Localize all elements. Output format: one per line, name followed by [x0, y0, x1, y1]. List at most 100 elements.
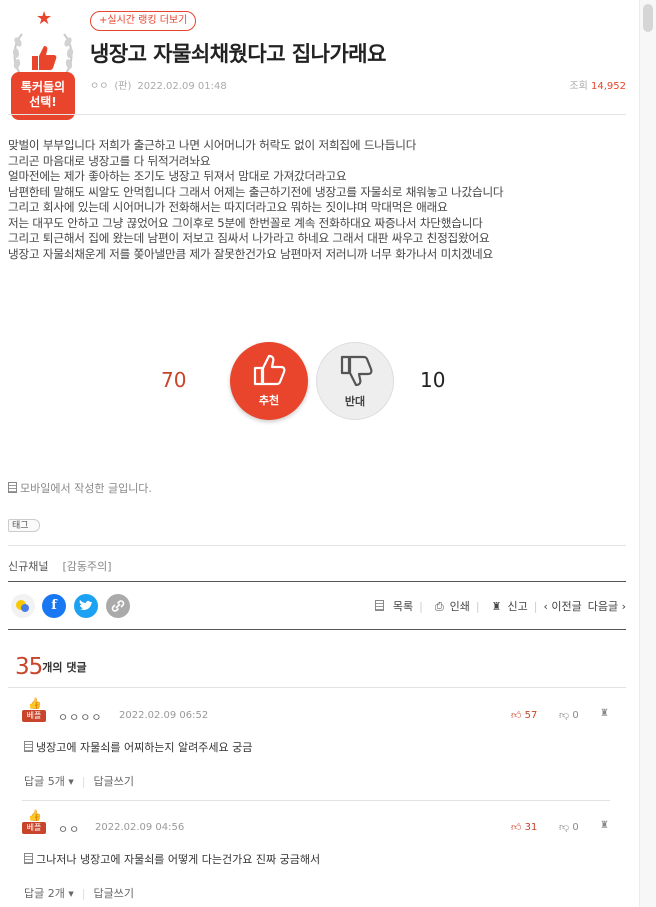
comment-report-icon[interactable]: ♜: [600, 708, 609, 719]
comment-text: 그나저나 냉장고에 자물쇠를 어떻게 다는건가요 진짜 궁금해서: [24, 851, 320, 867]
post-author[interactable]: ㅇㅇ: [90, 81, 108, 92]
best-label: 베플: [22, 822, 46, 834]
facebook-share-icon[interactable]: f: [42, 594, 66, 618]
view-count: 조회 14,952: [569, 77, 626, 92]
thumbs-up-icon: 👍: [28, 697, 42, 710]
best-label: 베플: [22, 710, 46, 722]
separator: |: [81, 887, 86, 900]
mobile-note: 모바일에서 작성한 글입니다.: [8, 480, 152, 496]
oppose-label: 반대: [344, 395, 366, 408]
post-line: 그리고 퇴근해서 집에 왔는데 남편이 저보고 짐싸서 나가라고 하네요 그래서…: [8, 231, 490, 245]
report-button[interactable]: ♜ 신고: [486, 600, 528, 613]
separator: |: [81, 775, 86, 788]
document-icon: [24, 741, 33, 752]
siren-icon: ♜: [491, 600, 502, 613]
comment-divider: [22, 800, 610, 801]
write-reply-button[interactable]: 답글쓰기: [93, 887, 133, 900]
print-icon: ⎙: [434, 600, 444, 613]
realtime-ranking-button[interactable]: +실시간 랭킹 더보기: [90, 11, 197, 31]
comment-replies: 답글 2개 ▼ | 답글쓰기: [24, 885, 134, 901]
channel-divider: [8, 581, 626, 582]
report-label: 신고: [507, 600, 528, 613]
channel-category[interactable]: [감동주의]: [62, 560, 111, 573]
write-reply-button[interactable]: 답글쓰기: [93, 775, 133, 788]
replies-toggle[interactable]: 답글 2개 ▼: [24, 887, 74, 900]
comment-author[interactable]: ㅇㅇ: [58, 821, 80, 837]
list-label: 목록: [392, 600, 414, 613]
comment-report-icon[interactable]: ♜: [600, 820, 609, 831]
post-line: 맞벌이 부부입니다 저희가 출근하고 나면 시어머니가 허락도 없이 저희집에 …: [8, 138, 417, 152]
post-datetime: 2022.02.09 01:48: [137, 81, 227, 92]
comment-replies: 답글 5개 ▼ | 답글쓰기: [24, 773, 134, 789]
comment-count-label: 개의 댓글: [42, 661, 87, 674]
print-button[interactable]: ⎙ 인쇄: [429, 600, 470, 613]
scrollbar-thumb[interactable]: [643, 4, 653, 32]
thumbs-up-icon: [253, 354, 286, 386]
comment-upvote-button[interactable]: 👍︎ 31: [511, 821, 537, 833]
comment-text-content: 냉장고에 자물쇠를 어찌하는지 알려주세요 궁금: [36, 741, 253, 754]
comment-text: 냉장고에 자물쇠를 어찌하는지 알려주세요 궁금: [24, 739, 252, 755]
replies-toggle[interactable]: 답글 5개 ▼: [24, 775, 74, 788]
comment-author[interactable]: ㅇㅇㅇㅇ: [58, 709, 102, 725]
thumbs-down-icon: 👎︎: [559, 710, 570, 721]
tag-divider: [8, 545, 626, 546]
best-comment-badge: 👍 베플: [22, 810, 46, 835]
post-line: 그리고 회사에 있는데 시어머니가 전화해서는 따지더라고요 뭐하는 짓이냐며 …: [8, 200, 448, 214]
comment-item: 👍 베플 ㅇㅇ 2022.02.09 04:56 👍︎ 31 👎︎ 0 ♜ 그나저…: [22, 810, 618, 907]
thumbs-down-icon: 👎︎: [559, 822, 570, 833]
next-post-button[interactable]: 다음글 ›: [588, 600, 626, 613]
chevron-down-icon: ▼: [68, 890, 74, 898]
post-line: 그리곤 마음대로 냉장고를 다 뒤적거려놔요: [8, 153, 211, 168]
comment-count: 35개의 댓글: [15, 654, 87, 680]
thumbs-up-icon: 👍︎: [511, 710, 522, 721]
post-actions: 목록 | ⎙ 인쇄 | ♜ 신고 | ‹ 이전글 다음글 ›: [363, 598, 626, 614]
separator: |: [533, 600, 538, 613]
comment-downvote-button[interactable]: 👎︎ 0: [559, 709, 579, 721]
views-value: 14,952: [591, 81, 626, 92]
comment-datetime: 2022.02.09 06:52: [119, 710, 209, 721]
comment-downvote-button[interactable]: 👎︎ 0: [559, 821, 579, 833]
channel-name[interactable]: 신규채널: [8, 560, 48, 573]
comment-text-content: 그나저나 냉장고에 자물쇠를 어떻게 다는건가요 진짜 궁금해서: [36, 853, 321, 866]
thumbs-up-icon: 👍︎: [511, 822, 522, 833]
channel-info: 신규채널 [감동주의]: [8, 558, 112, 574]
recommend-label: 추천: [258, 394, 280, 407]
link-copy-icon[interactable]: [106, 594, 130, 618]
prev-post-button[interactable]: ‹ 이전글: [543, 600, 581, 613]
comment-count-number: 35: [15, 654, 43, 680]
header-divider: [8, 114, 626, 115]
post-line: 냉장고 자물쇠채운게 저를 쫒아낼만큼 제가 잘못한건가요 남편마저 저러니까 …: [8, 246, 493, 261]
comment-item: 👍 베플 ㅇㅇㅇㅇ 2022.02.09 06:52 👍︎ 57 👎︎ 0 ♜ 냉…: [22, 698, 618, 798]
post-line: 저는 대꾸도 안하고 그냥 끊었어요 그이후로 5분에 한번꼴로 계속 전화하대…: [8, 215, 483, 230]
badge-line2: 선택!: [29, 95, 57, 109]
oppose-count: 10: [420, 368, 446, 392]
twitter-share-icon[interactable]: [74, 594, 98, 618]
author-tag: (판): [114, 81, 132, 92]
separator: |: [475, 600, 480, 613]
list-icon: [374, 600, 384, 611]
actions-divider: [8, 629, 626, 630]
badge-line1: 톡커들의: [20, 80, 66, 94]
comment-upvote-button[interactable]: 👍︎ 57: [511, 709, 537, 721]
post-line: 남편한테 말해도 씨알도 안먹힙니다 그래서 어제는 출근하기전에 냉장고를 자…: [8, 184, 504, 199]
upvote-count: 57: [524, 710, 538, 721]
document-icon: [8, 482, 17, 493]
best-comment-badge: 👍 베플: [22, 698, 46, 723]
comments-divider: [8, 687, 626, 688]
comment-datetime: 2022.02.09 04:56: [95, 822, 185, 833]
replies-count: 답글 2개: [24, 887, 65, 900]
post-body: 맞벌이 부부입니다 저희가 출근하고 나면 시어머니가 허락도 없이 저희집에 …: [8, 138, 630, 262]
oppose-button[interactable]: 반대: [316, 342, 394, 420]
recommend-count: 70: [161, 368, 187, 392]
print-label: 인쇄: [449, 600, 470, 613]
chevron-down-icon: ▼: [68, 778, 74, 786]
tag-label: 태그: [8, 519, 40, 532]
list-button[interactable]: 목록: [369, 600, 413, 613]
kakaotalk-share-icon[interactable]: [11, 594, 35, 618]
post-line: 얼마전에는 제가 좋아하는 조기도 냉장고 뒤져서 맘대로 가져갔더라고요: [8, 169, 347, 183]
recommend-button[interactable]: 추천: [230, 342, 308, 420]
mobile-note-text: 모바일에서 작성한 글입니다.: [20, 482, 152, 495]
downvote-count: 0: [572, 822, 579, 833]
post-meta: ㅇㅇ (판) 2022.02.09 01:48: [90, 77, 233, 92]
scrollbar[interactable]: [639, 0, 656, 907]
